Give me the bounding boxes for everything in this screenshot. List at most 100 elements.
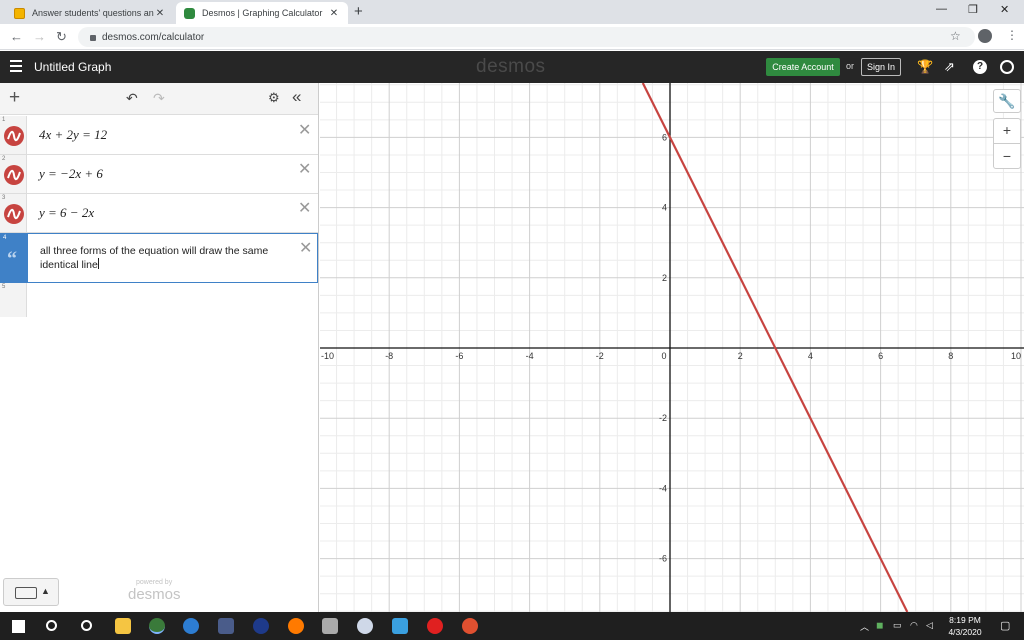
row-number: 5 xyxy=(2,284,6,290)
reload-icon[interactable]: ↻ xyxy=(56,29,67,45)
browser-tab-strip: Answer students' questions and ✕ Desmos … xyxy=(0,0,1024,24)
graph-color-icon[interactable] xyxy=(4,165,24,185)
sign-in-button[interactable]: Sign In xyxy=(861,58,901,76)
note-text-field[interactable]: all three forms of the equation will dra… xyxy=(40,245,294,272)
clock-time: 8:19 PM xyxy=(949,615,981,625)
chrome-icon[interactable] xyxy=(149,618,165,634)
y-tick-label: 2 xyxy=(662,273,667,283)
app-icon[interactable] xyxy=(392,618,408,634)
zoom-out-button[interactable]: − xyxy=(993,143,1021,169)
browser-menu-icon[interactable]: ⋮ xyxy=(1006,28,1018,42)
graph-settings-wrench-button[interactable]: 🔧 xyxy=(993,89,1021,113)
graph-color-icon[interactable] xyxy=(4,204,24,224)
x-tick-label: 6 xyxy=(878,351,883,361)
app-icon[interactable] xyxy=(183,618,199,634)
create-account-button[interactable]: Create Account xyxy=(766,58,840,76)
or-text: or xyxy=(846,61,855,71)
row-number: 4 xyxy=(3,235,7,241)
tab-close-icon[interactable]: ✕ xyxy=(154,8,166,19)
x-tick-label: 0 xyxy=(661,351,666,361)
row-number: 1 xyxy=(2,117,6,123)
forward-icon[interactable]: → xyxy=(33,29,46,44)
back-icon[interactable]: ← xyxy=(10,29,23,44)
language-globe-icon[interactable] xyxy=(1000,60,1014,74)
clock-date: 4/3/2020 xyxy=(948,627,982,637)
x-tick-label: -10 xyxy=(321,351,334,361)
delete-expression-icon[interactable]: ✕ xyxy=(298,120,311,140)
expression-math[interactable]: 4x + 2y = 12 xyxy=(39,127,107,143)
expression-math[interactable]: y = 6 − 2x xyxy=(39,205,94,221)
graph-canvas[interactable]: -10 -8 -6 -4 -2 0 2 4 6 8 10 6 4 2 -2 -4 -6 xyxy=(320,83,1024,612)
note-row-4[interactable]: 4 “ all three forms of the equation will… xyxy=(0,233,318,283)
plus-icon: + xyxy=(1002,122,1012,138)
x-tick-label: -6 xyxy=(455,351,463,361)
volume-icon[interactable]: ◁ xyxy=(926,620,933,631)
note-quote-icon: “ xyxy=(7,248,17,270)
desmos-header: Untitled Graph desmos Create Account or … xyxy=(0,51,1024,83)
windows-start-icon[interactable] xyxy=(12,620,25,633)
wrench-icon: 🔧 xyxy=(998,93,1016,109)
minimize-icon[interactable]: — xyxy=(936,3,947,15)
address-bar[interactable]: desmos.com/calculator xyxy=(78,27,975,47)
wifi-icon[interactable]: ◠ xyxy=(910,620,918,631)
app-icon[interactable] xyxy=(357,618,373,634)
app-icon[interactable] xyxy=(288,618,304,634)
undo-icon[interactable]: ↶ xyxy=(126,90,138,107)
cortana-icon[interactable] xyxy=(81,620,92,631)
note-text: all three forms of the equation will dra… xyxy=(40,245,269,271)
expression-list-panel: + ↶ ↷ ⚙ « 1 4x + 2y = 12 ✕ 2 y = −2x + 6… xyxy=(0,83,319,612)
delete-expression-icon[interactable]: ✕ xyxy=(298,198,311,218)
graph-title[interactable]: Untitled Graph xyxy=(34,60,111,74)
app-icon[interactable] xyxy=(218,618,234,634)
restore-icon[interactable]: ❐ xyxy=(968,3,978,16)
opera-icon[interactable] xyxy=(427,618,443,634)
browser-tab-answer-students[interactable]: Answer students' questions and ✕ xyxy=(6,2,174,24)
close-window-icon[interactable]: ✕ xyxy=(1000,3,1009,16)
collapse-panel-icon[interactable]: « xyxy=(292,87,301,107)
browser-tab-desmos[interactable]: Desmos | Graphing Calculator ✕ xyxy=(176,2,348,24)
bookmark-star-icon[interactable]: ☆ xyxy=(950,29,961,43)
expression-row-2[interactable]: 2 y = −2x + 6 ✕ xyxy=(0,155,318,194)
windows-taskbar: ︿ ◼ ▭ ◠ ◁ 8:19 PM 4/3/2020 ▢ xyxy=(0,612,1024,640)
help-icon[interactable]: ? xyxy=(973,60,987,74)
redo-icon[interactable]: ↷ xyxy=(153,90,165,107)
browser-toolbar: ← → ↻ desmos.com/calculator ☆ ⋮ xyxy=(0,24,1024,50)
graph-color-icon[interactable] xyxy=(4,126,24,146)
delete-note-icon[interactable]: ✕ xyxy=(299,238,312,258)
minus-icon: − xyxy=(1002,148,1012,164)
graph-paper[interactable]: -10 -8 -6 -4 -2 0 2 4 6 8 10 6 4 2 -2 -4 -6 xyxy=(320,83,1024,612)
trophy-icon[interactable]: 🏆 xyxy=(917,59,933,75)
lock-icon xyxy=(90,35,96,41)
app-icon[interactable] xyxy=(462,618,478,634)
tray-chevron-icon[interactable]: ︿ xyxy=(860,620,869,633)
x-tick-label: 2 xyxy=(738,351,743,361)
search-icon[interactable] xyxy=(46,620,57,631)
new-tab-icon[interactable]: + xyxy=(354,3,363,20)
keypad-toggle-button[interactable]: ▲ xyxy=(3,578,59,606)
app-icon[interactable] xyxy=(253,618,269,634)
tab-title: Answer students' questions and xyxy=(32,8,154,18)
notifications-icon[interactable]: ▢ xyxy=(1000,619,1010,632)
gear-icon[interactable]: ⚙ xyxy=(268,90,280,106)
share-icon[interactable]: ⇗ xyxy=(944,59,955,75)
y-tick-label: 6 xyxy=(662,132,667,142)
system-clock[interactable]: 8:19 PM 4/3/2020 xyxy=(940,614,990,638)
expression-math[interactable]: y = −2x + 6 xyxy=(39,166,103,182)
tab-close-icon[interactable]: ✕ xyxy=(328,8,340,19)
zoom-in-button[interactable]: + xyxy=(993,118,1021,143)
y-tick-label: 4 xyxy=(662,203,667,213)
battery-icon[interactable]: ▭ xyxy=(893,620,902,631)
expression-row-3[interactable]: 3 y = 6 − 2x ✕ xyxy=(0,194,318,233)
profile-icon[interactable] xyxy=(978,29,992,43)
desmos-logo: desmos xyxy=(476,56,546,77)
file-explorer-icon[interactable] xyxy=(115,618,131,634)
add-item-icon[interactable]: + xyxy=(9,87,20,109)
delete-expression-icon[interactable]: ✕ xyxy=(298,159,311,179)
tray-app-icon[interactable]: ◼ xyxy=(876,620,883,631)
app-icon[interactable] xyxy=(322,618,338,634)
y-tick-label: -2 xyxy=(659,413,667,423)
expression-row-1[interactable]: 1 4x + 2y = 12 ✕ xyxy=(0,116,318,155)
empty-expression-row[interactable]: 5 xyxy=(0,283,318,317)
site-favicon-icon xyxy=(14,7,25,19)
hamburger-menu-icon[interactable] xyxy=(10,60,22,72)
